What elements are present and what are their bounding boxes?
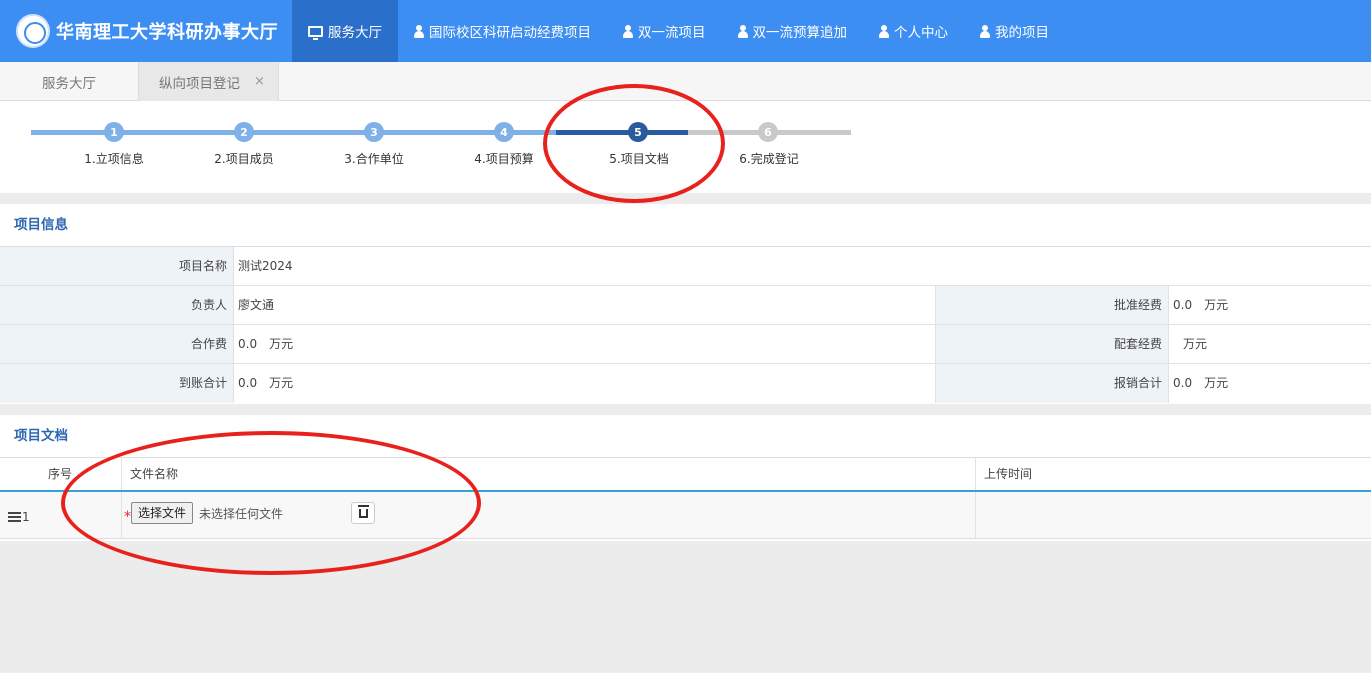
tab-vertical-project-registration[interactable]: 纵向项目登记 × <box>139 62 279 101</box>
trash-icon <box>358 505 369 518</box>
label-received-total: 到账合计 <box>0 364 234 403</box>
site-title: 华南理工大学科研办事大厅 <box>56 22 278 43</box>
label-leader: 负责人 <box>0 286 234 324</box>
main-nav: 服务大厅 国际校区科研启动经费项目 双一流项目 双一流预算追加 个人中心 我的项… <box>292 0 1065 62</box>
step-1-label: 1.立项信息 <box>84 152 144 166</box>
university-logo-icon <box>16 14 50 48</box>
close-icon[interactable]: × <box>254 74 265 89</box>
drag-handle-icon[interactable] <box>8 512 21 522</box>
nav-intl-campus-startup[interactable]: 国际校区科研启动经费项目 <box>398 0 607 62</box>
step-4-marker[interactable]: 4 <box>494 122 514 142</box>
step-3-label: 3.合作单位 <box>344 152 404 166</box>
cell-upload-time <box>976 492 1371 538</box>
user-icon <box>980 24 990 38</box>
nav-my-projects[interactable]: 我的项目 <box>964 0 1065 62</box>
nav-label: 双一流预算追加 <box>752 25 848 41</box>
project-docs-panel: 项目文档 序号 文件名称 上传时间 1 * 选择文件 未选择任何文件 <box>0 415 1371 541</box>
label-approved-funding: 批准经费 <box>936 286 1169 324</box>
label-coop-fee: 合作费 <box>0 325 234 363</box>
docs-table-header: 序号 文件名称 上传时间 <box>0 458 1371 492</box>
tab-label: 服务大厅 <box>42 75 96 92</box>
step-1-marker[interactable]: 1 <box>104 122 124 142</box>
value-coop-fee: 0.0 万元 <box>234 325 936 363</box>
amount: 0.0 <box>1173 376 1193 390</box>
step-3-marker[interactable]: 3 <box>364 122 384 142</box>
project-info-panel: 项目信息 项目名称 测试2024 负责人 廖文通 批准经费 0.0 万元 合作费 … <box>0 204 1371 404</box>
value-leader: 廖文通 <box>234 286 936 324</box>
user-icon <box>737 24 748 38</box>
step-2-label: 2.项目成员 <box>214 152 274 166</box>
unit-label: 万元 <box>1204 298 1229 312</box>
tab-label: 纵向项目登记 <box>159 75 240 92</box>
label-project-name: 项目名称 <box>0 247 234 285</box>
value-project-name: 测试2024 <box>238 259 293 273</box>
user-icon <box>623 24 633 38</box>
step-2-marker[interactable]: 2 <box>234 122 254 142</box>
info-row-leader: 负责人 廖文通 批准经费 0.0 万元 <box>0 286 1371 325</box>
column-header-file-name: 文件名称 <box>122 458 976 490</box>
row-index: 1 <box>22 510 30 524</box>
page-tabs: 服务大厅 纵向项目登记 × <box>0 62 1371 101</box>
nav-personal-center[interactable]: 个人中心 <box>863 0 964 62</box>
step-6-label: 6.完成登记 <box>739 152 799 166</box>
step-5-label: 5.项目文档 <box>609 152 669 166</box>
nav-budget-addition[interactable]: 双一流预算追加 <box>722 0 864 62</box>
step-4-label: 4.项目预算 <box>474 152 534 166</box>
value-approved-funding: 0.0 万元 <box>1169 286 1371 324</box>
user-icon <box>414 24 424 38</box>
label-reimbursed-total: 报销合计 <box>936 364 1169 403</box>
info-row-coop: 合作费 0.0 万元 配套经费 万元 <box>0 325 1371 364</box>
amount: 0.0 <box>238 337 258 351</box>
value-matching-funding: 万元 <box>1169 325 1371 363</box>
tab-service-hall[interactable]: 服务大厅 <box>0 62 139 101</box>
delete-row-button[interactable] <box>351 502 375 524</box>
nav-label: 国际校区科研启动经费项目 <box>429 25 591 41</box>
file-status-text: 未选择任何文件 <box>199 507 284 521</box>
nav-label: 服务大厅 <box>328 25 382 41</box>
unit-label: 万元 <box>269 337 294 351</box>
required-marker: * <box>124 509 131 525</box>
value-reimbursed-total: 0.0 万元 <box>1169 364 1371 403</box>
step-progress: 1 2 3 4 5 6 1.立项信息 2.项目成员 3.合作单位 4.项目预算 … <box>0 101 1371 193</box>
nav-service-hall[interactable]: 服务大厅 <box>292 0 398 62</box>
unit-label: 万元 <box>269 376 294 390</box>
monitor-icon <box>308 25 323 40</box>
top-navbar: 华南理工大学科研办事大厅 服务大厅 国际校区科研启动经费项目 双一流项目 双一流… <box>0 0 1371 62</box>
progress-bar-current <box>556 130 688 135</box>
nav-label: 个人中心 <box>894 25 948 41</box>
label-matching-funding: 配套经费 <box>936 325 1169 363</box>
brand[interactable]: 华南理工大学科研办事大厅 <box>16 13 278 49</box>
cell-file: * 选择文件 未选择任何文件 <box>122 492 976 538</box>
info-row-name: 项目名称 测试2024 <box>0 247 1371 286</box>
cell-index: 1 <box>0 492 122 538</box>
step-6-marker[interactable]: 6 <box>758 122 778 142</box>
value-received-total: 0.0 万元 <box>234 364 936 403</box>
nav-double-first-class[interactable]: 双一流项目 <box>607 0 722 62</box>
nav-label: 双一流项目 <box>638 25 706 41</box>
user-icon <box>879 24 889 38</box>
nav-label: 我的项目 <box>995 25 1049 41</box>
amount: 0.0 <box>1173 298 1193 312</box>
section-title-project-docs: 项目文档 <box>0 415 1371 458</box>
table-row: 1 * 选择文件 未选择任何文件 <box>0 492 1371 539</box>
info-row-received: 到账合计 0.0 万元 报销合计 0.0 万元 <box>0 364 1371 403</box>
column-header-upload-time: 上传时间 <box>984 467 1033 481</box>
column-header-index: 序号 <box>0 458 122 490</box>
section-title-project-info: 项目信息 <box>0 204 1371 247</box>
amount: 0.0 <box>238 376 258 390</box>
choose-file-button[interactable]: 选择文件 <box>131 502 194 524</box>
unit-label: 万元 <box>1183 337 1208 351</box>
unit-label: 万元 <box>1204 376 1229 390</box>
step-5-marker[interactable]: 5 <box>628 122 648 142</box>
